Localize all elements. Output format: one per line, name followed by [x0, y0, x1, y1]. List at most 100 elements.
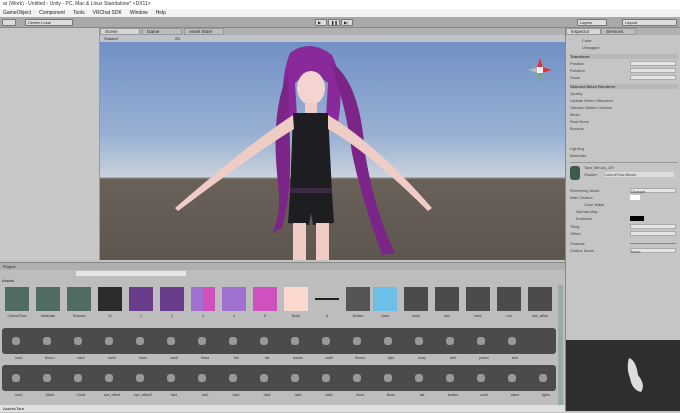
asset-item[interactable]: 5 — [250, 287, 280, 318]
breadcrumb[interactable]: Assets — [2, 278, 14, 283]
menu-tools[interactable]: Tools — [73, 10, 85, 16]
mesh-icon[interactable] — [477, 374, 485, 382]
mesh-icon[interactable] — [229, 374, 237, 382]
menu-help[interactable]: Help — [156, 10, 166, 16]
mesh-icon[interactable] — [167, 337, 175, 345]
project-tab[interactable]: Project — [0, 263, 565, 270]
asset-item[interactable]: Materials — [33, 287, 63, 318]
asset-item[interactable]: Body — [281, 287, 311, 318]
mesh-icon[interactable] — [105, 374, 113, 382]
pause-button[interactable]: ❚❚ — [328, 19, 340, 26]
shader-dropdown[interactable]: Cubed/Toon/Basic — [604, 172, 674, 177]
asset-item[interactable]: Cube — [370, 287, 400, 318]
tab-scene[interactable]: Scene — [100, 28, 140, 35]
mesh-icon[interactable] — [74, 337, 82, 345]
mesh-icon[interactable] — [291, 337, 299, 345]
main-color-swatch[interactable] — [630, 195, 640, 200]
mesh-icon[interactable] — [136, 374, 144, 382]
project-search-input[interactable] — [76, 271, 186, 276]
rotation-field[interactable] — [630, 68, 676, 73]
asset-item[interactable]: rod — [494, 287, 524, 318]
asset-item[interactable]: 6 — [312, 287, 342, 318]
tag-dropdown[interactable]: Untagged — [582, 45, 599, 50]
scale-field[interactable] — [630, 75, 676, 80]
mesh-icon[interactable] — [539, 374, 547, 382]
preview-panel[interactable] — [565, 340, 680, 411]
object-name[interactable]: Cube — [582, 38, 592, 43]
shadow-slider[interactable] — [630, 243, 676, 244]
transform-header[interactable]: Transform — [570, 54, 678, 59]
mesh-icon[interactable] — [384, 374, 392, 382]
mesh-icon[interactable] — [74, 374, 82, 382]
rendering-mode-dropdown[interactable]: Opaque — [630, 188, 676, 194]
mesh-icon[interactable] — [384, 337, 392, 345]
renderer-header[interactable]: Skinned Mesh Renderer — [570, 84, 678, 89]
mesh-icon[interactable] — [198, 337, 206, 345]
asset-item[interactable]: 1 — [126, 287, 156, 318]
materials-foldout[interactable]: Materials — [570, 153, 678, 158]
layers-dropdown[interactable]: Layers — [577, 19, 607, 26]
avatar-model[interactable] — [160, 43, 460, 260]
mesh-icon[interactable] — [229, 337, 237, 345]
mesh-icon[interactable] — [353, 374, 361, 382]
menu-component[interactable]: Component — [39, 10, 65, 16]
asset-item[interactable]: Cubed/Toon — [2, 287, 32, 318]
mesh-icon[interactable] — [43, 337, 51, 345]
menu-gameobject[interactable]: GameObject — [3, 10, 31, 16]
hand-tool-button[interactable] — [2, 19, 16, 26]
tab-inspector[interactable]: Inspector — [566, 28, 601, 35]
asset-item[interactable]: 01 — [95, 287, 125, 318]
asset-item[interactable]: Bodies — [343, 287, 373, 318]
tiling-field[interactable] — [630, 224, 676, 229]
mesh-icon[interactable] — [260, 374, 268, 382]
mesh-icon[interactable] — [508, 374, 516, 382]
mesh-icon[interactable] — [446, 337, 454, 345]
lighting-foldout[interactable]: Lighting — [570, 146, 678, 151]
shading-mode-dropdown[interactable]: Shaded — [104, 36, 118, 41]
asset-item[interactable]: eye_offset — [525, 287, 555, 318]
play-button[interactable]: ▶ — [315, 19, 327, 26]
motion-vectors-label[interactable]: Skinned Motion Vectors — [570, 105, 678, 110]
mesh-icon[interactable] — [353, 337, 361, 345]
tab-services[interactable]: Services — [601, 28, 636, 35]
pivot-toggle[interactable]: Center Local — [25, 19, 73, 26]
mesh-icon[interactable] — [477, 337, 485, 345]
mesh-icon[interactable] — [508, 337, 516, 345]
step-button[interactable]: ▶| — [341, 19, 353, 26]
asset-item[interactable]: 2 — [157, 287, 187, 318]
menu-window[interactable]: Window — [130, 10, 148, 16]
asset-item[interactable]: hair2 — [463, 287, 493, 318]
scene-view[interactable]: Shaded 2D — [100, 35, 565, 260]
asset-item[interactable]: 4 — [219, 287, 249, 318]
mesh-icon[interactable] — [12, 337, 20, 345]
outline-mode-dropdown[interactable]: None — [630, 248, 676, 254]
mesh-icon[interactable] — [105, 337, 113, 345]
tab-asset-store[interactable]: Asset Store — [184, 28, 224, 35]
mesh-icon[interactable] — [260, 337, 268, 345]
offset-field[interactable] — [630, 231, 676, 236]
update-offscreen-label[interactable]: Update When Offscreen — [570, 98, 678, 103]
mesh-icon[interactable] — [167, 374, 175, 382]
mesh-icon[interactable] — [198, 374, 206, 382]
mesh-icon[interactable] — [322, 337, 330, 345]
asset-item[interactable]: body — [401, 287, 431, 318]
mesh-icon[interactable] — [322, 374, 330, 382]
mesh-icon[interactable] — [415, 337, 423, 345]
layout-dropdown[interactable]: Layout — [622, 19, 677, 26]
mesh-icon[interactable] — [136, 337, 144, 345]
mesh-icon[interactable] — [43, 374, 51, 382]
2d-toggle[interactable]: 2D — [175, 36, 180, 41]
asset-item[interactable]: 3 — [188, 287, 218, 318]
mesh-icon[interactable] — [12, 374, 20, 382]
emission-color-swatch[interactable] — [630, 216, 644, 221]
mesh-icon[interactable] — [415, 374, 423, 382]
hierarchy-panel[interactable] — [0, 28, 100, 260]
asset-item[interactable]: Textures — [64, 287, 94, 318]
position-field[interactable] — [630, 61, 676, 66]
mesh-icon[interactable] — [291, 374, 299, 382]
menu-vrchat-sdk[interactable]: VRChat SDK — [93, 10, 122, 16]
mesh-icon[interactable] — [446, 374, 454, 382]
tab-game[interactable]: Game — [142, 28, 182, 35]
asset-item[interactable]: hair — [432, 287, 462, 318]
scene-gizmo-icon[interactable] — [525, 55, 555, 85]
